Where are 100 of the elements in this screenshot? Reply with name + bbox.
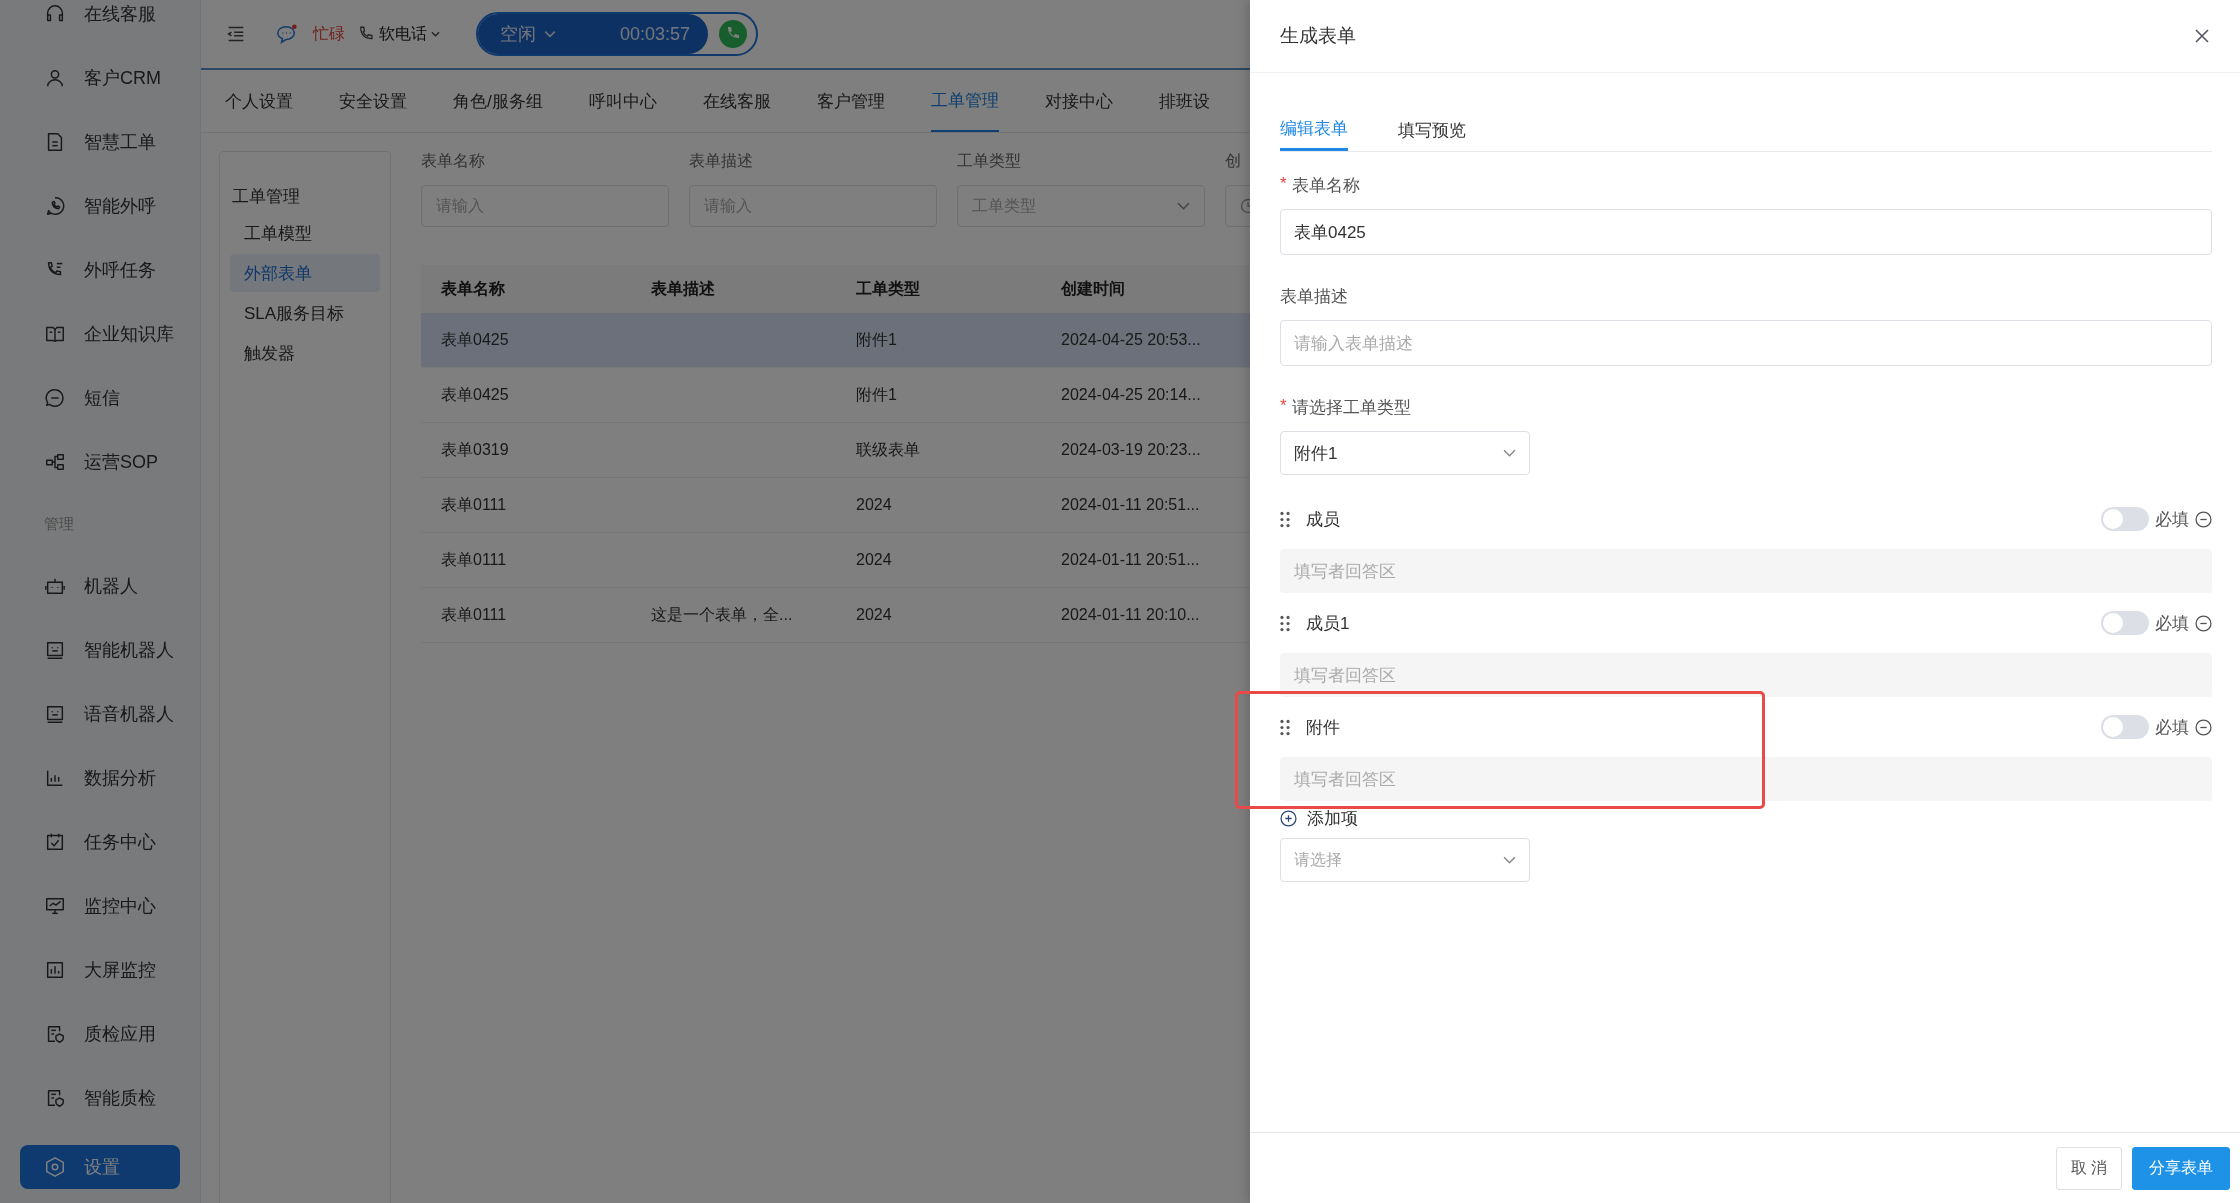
remove-icon[interactable] (2195, 614, 2212, 632)
required-mark: * (1280, 396, 1287, 417)
sidebar-item[interactable]: 智能质检 (0, 1066, 200, 1130)
sidebar-item[interactable]: 监控中心 (0, 874, 200, 938)
share-button[interactable]: 分享表单 (2132, 1146, 2230, 1190)
settings-tab[interactable]: 呼叫中心 (588, 70, 680, 132)
settings-tab[interactable]: 个人设置 (225, 70, 316, 132)
field-label: 表单名称 (1291, 175, 1360, 197)
answer-area: 填写者回答区 (1280, 757, 2212, 801)
sidebar-item[interactable]: 数据分析 (0, 746, 200, 810)
table-cell: 这是一个表单，全... (651, 605, 793, 623)
table-cell: 表单0111 (441, 495, 507, 513)
person-icon (44, 67, 66, 89)
description-input[interactable]: 请输入表单描述 (1280, 320, 2212, 366)
required-toggle[interactable] (2101, 611, 2149, 635)
filter-label: 表单名称 (421, 151, 486, 171)
sidebar-item[interactable]: 外呼任务 (0, 238, 200, 302)
type-select[interactable]: 附件1 (1280, 431, 1530, 475)
answer-area: 填写者回答区 (1280, 549, 2212, 593)
settings-tab[interactable]: 对接中心 (1044, 70, 1136, 132)
sms-icon (44, 387, 66, 409)
status-text[interactable]: 忙碌 (313, 23, 345, 45)
cancel-button[interactable]: 取 消 (2055, 1146, 2122, 1190)
required-label: 必填 (2155, 716, 2189, 739)
table-cell: 2024 (856, 606, 892, 623)
sidebar-item[interactable]: 智能机器人 (0, 618, 200, 682)
flow-icon (44, 451, 66, 473)
sidebar-item[interactable]: 在线客服 (0, 0, 200, 46)
drag-handle-icon[interactable] (1280, 718, 1290, 736)
sidebar-item[interactable]: 运营SOP (0, 430, 200, 494)
remove-icon[interactable] (2195, 718, 2212, 736)
chevron-down-icon (1503, 449, 1516, 457)
subnav-item[interactable]: 触发器 (230, 334, 380, 372)
settings-tab[interactable]: 角色/服务组 (453, 70, 566, 132)
sidebar-item[interactable]: 企业知识库 (0, 302, 200, 366)
settings-tab[interactable]: 排班设 (1158, 70, 1233, 132)
call-state-dropdown[interactable]: 空闲 (500, 22, 556, 46)
column-header: 表单名称 (440, 278, 506, 299)
subnav-title: 工单管理 (231, 185, 301, 208)
caret-icon (431, 31, 440, 37)
column-header: 工单类型 (855, 278, 921, 299)
softphone-dropdown[interactable]: 软电话 (357, 23, 440, 45)
call-timer: 00:03:57 (619, 23, 690, 45)
table-cell: 表单0111 (441, 550, 507, 568)
sidebar-item[interactable]: 设置 (20, 1145, 180, 1189)
chevron-down-icon (544, 30, 556, 38)
item-type-select[interactable]: 请选择 (1280, 838, 1530, 882)
required-toggle[interactable] (2101, 507, 2149, 531)
subnav-item[interactable]: 外部表单 (230, 254, 380, 292)
field-label: 请选择工单类型 (1291, 397, 1411, 419)
sidebar-item[interactable]: 智能外呼 (0, 174, 200, 238)
robot-face-icon (44, 639, 66, 661)
settings-icon (44, 1156, 66, 1178)
chart-icon (44, 959, 66, 981)
sidebar-item[interactable]: 机器人 (0, 554, 200, 618)
remove-icon[interactable] (2195, 510, 2212, 528)
sidebar-item[interactable]: 大屏监控 (0, 938, 200, 1002)
table-cell: 表单0425 (441, 330, 509, 348)
drawer-tab[interactable]: 填写预览 (1398, 109, 1466, 151)
add-icon (1280, 810, 1297, 827)
robot-face-icon (44, 703, 66, 725)
item-label: 成员1 (1306, 612, 1351, 635)
settings-tab[interactable]: 客户管理 (816, 70, 908, 132)
sidebar-item[interactable]: 质检应用 (0, 1002, 200, 1066)
settings-tab[interactable]: 安全设置 (339, 70, 430, 132)
subnav-item[interactable]: SLA服务目标 (230, 294, 380, 332)
table-cell: 附件1 (856, 385, 897, 403)
required-label: 必填 (2155, 508, 2189, 531)
filter-label: 表单描述 (689, 151, 754, 171)
sidebar-item[interactable]: 短信 (0, 366, 200, 430)
settings-tab[interactable]: 工单管理 (930, 70, 999, 132)
sidebar-item[interactable]: 语音机器人 (0, 682, 200, 746)
chevron-down-icon (1177, 202, 1190, 210)
subnav-item[interactable]: 工单模型 (230, 214, 380, 252)
sidebar-item[interactable]: 智慧工单 (0, 110, 200, 174)
drag-handle-icon[interactable] (1280, 614, 1290, 632)
drag-handle-icon[interactable] (1280, 510, 1290, 528)
form-name-input[interactable]: 表单0425 (1280, 209, 2212, 255)
table-cell: 2024-04-25 20:14... (1061, 386, 1201, 403)
item-label: 附件 (1306, 716, 1341, 739)
table-cell: 2024-01-11 20:10... (1061, 606, 1200, 623)
required-toggle[interactable] (2101, 715, 2149, 739)
sidebar-item[interactable]: 任务中心 (0, 810, 200, 874)
table-cell: 2024-03-19 20:23... (1061, 441, 1201, 458)
table-cell: 表单0425 (441, 385, 509, 403)
filter-label: 创 (1225, 151, 1242, 171)
modal-overlay[interactable] (0, 0, 1250, 1203)
table-cell: 表单0319 (441, 440, 509, 458)
phone-icon (44, 195, 66, 217)
table-cell: 2024-04-25 20:53... (1061, 331, 1201, 348)
column-header: 创建时间 (1060, 278, 1126, 299)
drawer-title: 生成表单 (1280, 24, 1356, 48)
monitor-chart-icon (44, 895, 66, 917)
add-item-button[interactable]: 添加项 (1280, 807, 1358, 830)
drawer-tab[interactable]: 编辑表单 (1280, 109, 1348, 151)
sidebar-item[interactable]: 客户CRM (0, 46, 200, 110)
table-cell: 2024 (856, 551, 892, 568)
close-icon[interactable] (2194, 28, 2210, 44)
settings-tab[interactable]: 在线客服 (702, 70, 794, 132)
calendar-check-icon (44, 831, 66, 853)
